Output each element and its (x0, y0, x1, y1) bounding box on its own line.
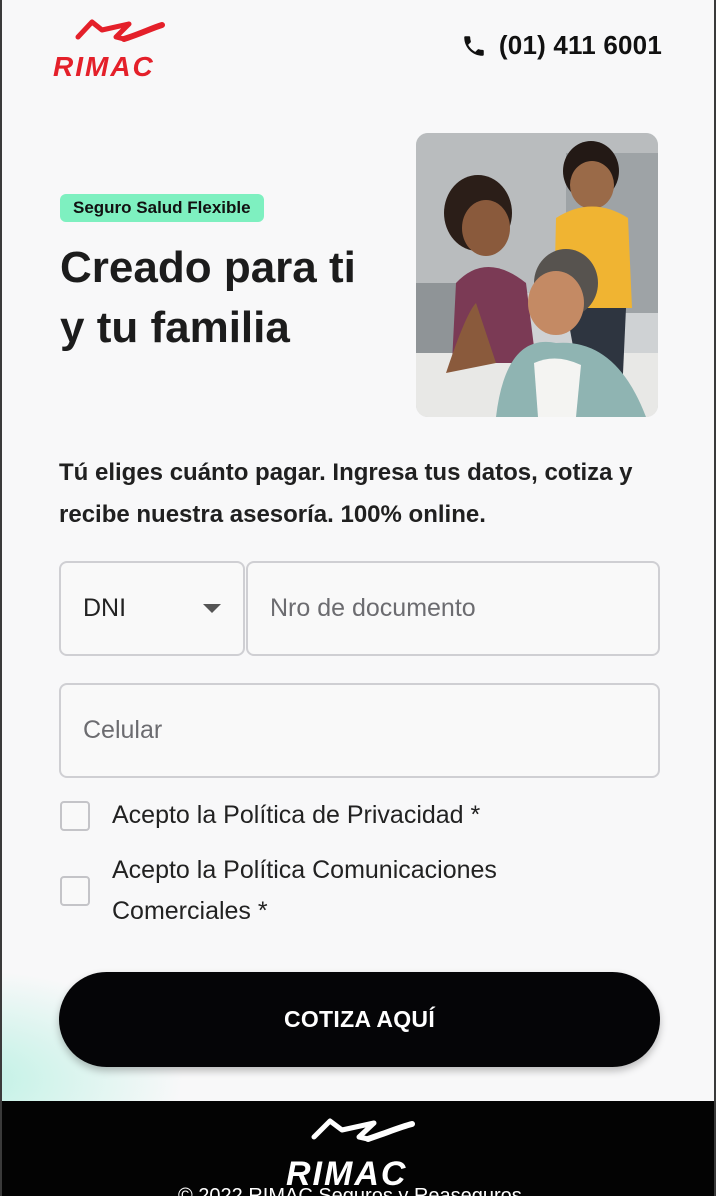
comms-consent[interactable]: Acepto la Política Comunicaciones Comerc… (60, 850, 660, 932)
comms-checkbox[interactable] (60, 876, 90, 906)
phone-placeholder: Celular (83, 716, 163, 744)
phone-icon (464, 35, 484, 56)
quote-button[interactable]: COTIZA AQUÍ (59, 972, 660, 1067)
headline-line-1: Creado para ti (60, 243, 356, 292)
phone-input[interactable]: Celular (59, 683, 660, 778)
privacy-consent[interactable]: Acepto la Política de Privacidad * (60, 795, 480, 836)
chevron-down-icon (203, 604, 221, 613)
footer: RIMAC © 2022 RIMAC Seguros y Reaseguros (2, 1101, 714, 1196)
rimac-logo[interactable]: RIMAC (52, 18, 178, 82)
comms-label[interactable]: Acepto la Política Comunicaciones Comerc… (112, 850, 497, 932)
privacy-label[interactable]: Acepto la Política de Privacidad * (112, 795, 480, 836)
phone-contact[interactable]: (01) 411 6001 (461, 30, 662, 61)
page-title: Creado para ti y tu familia (60, 238, 390, 358)
family-photo (416, 133, 658, 417)
document-number-placeholder: Nro de documento (270, 594, 476, 622)
page: RIMAC (01) 411 6001 Seguro Salud Flexibl… (0, 0, 716, 1196)
copyright-text: © 2022 RIMAC Seguros y Reaseguros (178, 1185, 522, 1196)
document-type-select[interactable]: DNI (59, 561, 245, 656)
comms-label-line-1: Acepto la Política Comunicaciones (112, 856, 497, 884)
product-badge: Seguro Salud Flexible (60, 194, 264, 222)
intro-text: Tú eliges cuánto pagar. Ingresa tus dato… (59, 459, 633, 528)
phone-number[interactable]: (01) 411 6001 (499, 30, 662, 61)
privacy-checkbox[interactable] (60, 800, 90, 831)
footer-rimac-logo[interactable]: RIMAC (282, 1115, 434, 1193)
document-type-value: DNI (83, 594, 127, 622)
comms-label-line-2: Comerciales * (112, 897, 268, 925)
logo-text: RIMAC (53, 51, 155, 80)
headline-line-2: y tu familia (60, 303, 290, 352)
document-number-input[interactable]: Nro de documento (246, 561, 660, 656)
